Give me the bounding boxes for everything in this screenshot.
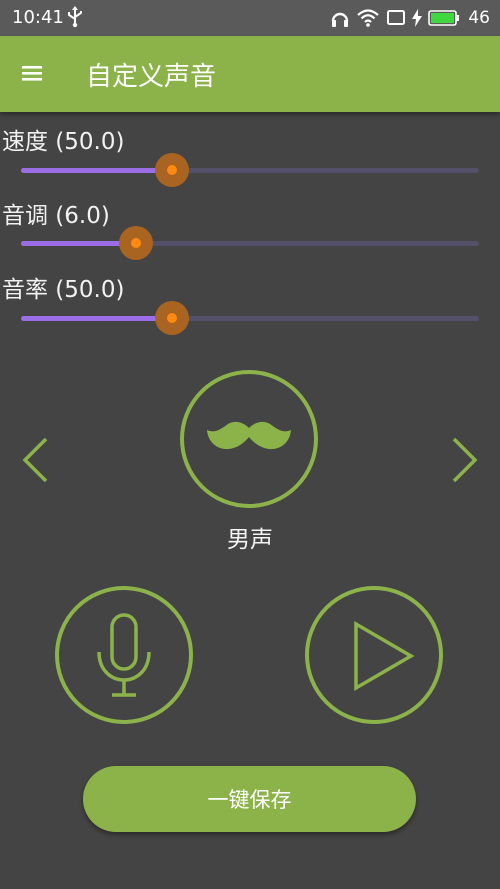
rate-slider-thumb[interactable] [155,301,190,335]
pitch-slider-block: 音调 (6.0) [0,196,500,260]
voice-name: 男声 [227,527,273,553]
charging-icon [412,9,423,27]
battery-icon [428,10,460,26]
status-bar: 10:41 46 [0,0,500,36]
status-time: 10:41 [12,7,64,28]
record-button[interactable] [55,586,193,724]
play-button[interactable] [305,586,443,724]
save-button[interactable]: 一键保存 [83,766,416,832]
microphone-icon [97,613,151,697]
speed-label: 速度 (50.0) [2,129,125,155]
wifi-icon [356,8,380,28]
pitch-slider[interactable] [21,226,479,260]
speed-slider-thumb[interactable] [155,153,190,187]
rate-slider-fill [21,316,173,321]
speed-slider-fill [21,168,173,173]
screen-icon [386,9,406,27]
rate-label: 音率 (50.0) [2,277,125,303]
voice-avatar[interactable] [180,370,318,508]
hamburger-menu-icon[interactable] [20,60,56,88]
headphones-icon [330,8,350,28]
mustache-icon [207,421,291,450]
usb-icon [66,6,84,28]
rate-slider-block: 音率 (50.0) [0,270,500,335]
speed-slider[interactable] [21,153,479,187]
page-title: 自定义声音 [86,62,217,92]
status-icons: 46 [330,6,490,30]
app-bar: 自定义声音 [0,36,500,112]
speed-slider-block: 速度 (50.0) [0,122,500,187]
rate-slider[interactable] [21,301,479,335]
pitch-label: 音调 (6.0) [2,203,110,229]
play-icon [354,620,415,692]
battery-level: 46 [468,8,490,28]
pitch-slider-thumb[interactable] [118,226,153,260]
chevron-right-icon[interactable] [448,436,480,484]
chevron-left-icon[interactable] [20,436,52,484]
